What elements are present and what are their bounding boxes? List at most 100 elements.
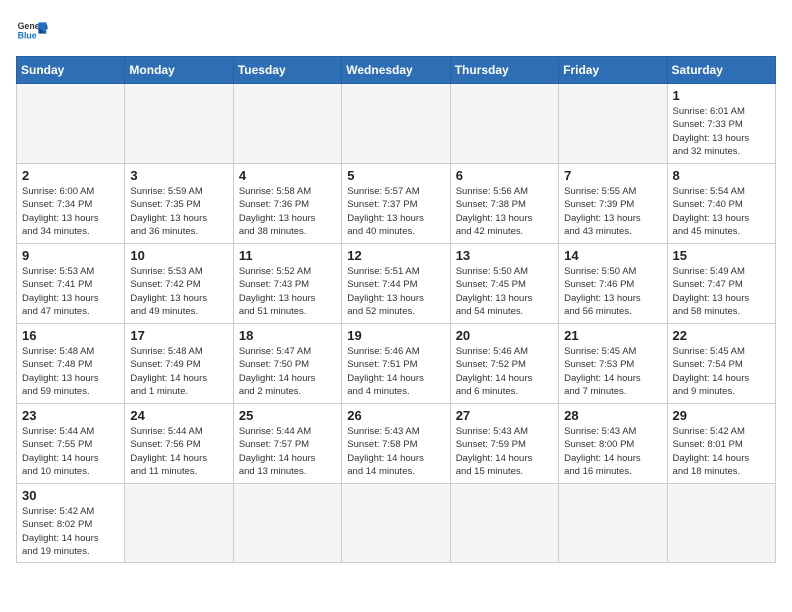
calendar-header-row: SundayMondayTuesdayWednesdayThursdayFrid… xyxy=(17,57,776,84)
day-info: Sunrise: 5:44 AM Sunset: 7:57 PM Dayligh… xyxy=(239,425,336,478)
day-info: Sunrise: 5:56 AM Sunset: 7:38 PM Dayligh… xyxy=(456,185,553,238)
day-number: 28 xyxy=(564,408,661,423)
calendar-cell xyxy=(125,484,233,563)
day-number: 8 xyxy=(673,168,770,183)
day-info: Sunrise: 5:52 AM Sunset: 7:43 PM Dayligh… xyxy=(239,265,336,318)
svg-text:Blue: Blue xyxy=(18,30,37,40)
calendar-header-sunday: Sunday xyxy=(17,57,125,84)
calendar-cell: 30Sunrise: 5:42 AM Sunset: 8:02 PM Dayli… xyxy=(17,484,125,563)
day-number: 16 xyxy=(22,328,119,343)
day-number: 6 xyxy=(456,168,553,183)
day-number: 24 xyxy=(130,408,227,423)
day-info: Sunrise: 5:53 AM Sunset: 7:42 PM Dayligh… xyxy=(130,265,227,318)
day-info: Sunrise: 5:59 AM Sunset: 7:35 PM Dayligh… xyxy=(130,185,227,238)
calendar-cell xyxy=(559,84,667,164)
day-number: 23 xyxy=(22,408,119,423)
calendar-header-saturday: Saturday xyxy=(667,57,775,84)
day-number: 3 xyxy=(130,168,227,183)
calendar-cell: 5 Sunrise: 5:57 AM Sunset: 7:37 PM Daylig… xyxy=(342,164,450,244)
calendar-header-wednesday: Wednesday xyxy=(342,57,450,84)
day-info: Sunrise: 5:48 AM Sunset: 7:49 PM Dayligh… xyxy=(130,345,227,398)
calendar-cell: 9 Sunrise: 5:53 AM Sunset: 7:41 PM Daylig… xyxy=(17,244,125,324)
day-number: 29 xyxy=(673,408,770,423)
calendar-header-tuesday: Tuesday xyxy=(233,57,341,84)
day-info: Sunrise: 5:42 AM Sunset: 8:02 PM Dayligh… xyxy=(22,505,119,558)
calendar-cell: 14 Sunrise: 5:50 AM Sunset: 7:46 PM Dayli… xyxy=(559,244,667,324)
calendar-cell xyxy=(450,484,558,563)
calendar-cell: 17 Sunrise: 5:48 AM Sunset: 7:49 PM Dayli… xyxy=(125,324,233,404)
day-number: 27 xyxy=(456,408,553,423)
calendar-cell: 1Sunrise: 6:01 AM Sunset: 7:33 PM Daylig… xyxy=(667,84,775,164)
calendar-cell: 28 Sunrise: 5:43 AM Sunset: 8:00 PM Dayli… xyxy=(559,404,667,484)
day-number: 18 xyxy=(239,328,336,343)
day-number: 14 xyxy=(564,248,661,263)
day-info: Sunrise: 5:46 AM Sunset: 7:51 PM Dayligh… xyxy=(347,345,444,398)
day-info: Sunrise: 5:50 AM Sunset: 7:46 PM Dayligh… xyxy=(564,265,661,318)
day-info: Sunrise: 5:54 AM Sunset: 7:40 PM Dayligh… xyxy=(673,185,770,238)
day-number: 7 xyxy=(564,168,661,183)
day-info: Sunrise: 5:48 AM Sunset: 7:48 PM Dayligh… xyxy=(22,345,119,398)
calendar-header-thursday: Thursday xyxy=(450,57,558,84)
day-info: Sunrise: 5:44 AM Sunset: 7:56 PM Dayligh… xyxy=(130,425,227,478)
calendar-cell: 25 Sunrise: 5:44 AM Sunset: 7:57 PM Dayli… xyxy=(233,404,341,484)
day-number: 10 xyxy=(130,248,227,263)
calendar-cell: 15 Sunrise: 5:49 AM Sunset: 7:47 PM Dayli… xyxy=(667,244,775,324)
calendar-cell xyxy=(559,484,667,563)
day-info: Sunrise: 5:43 AM Sunset: 8:00 PM Dayligh… xyxy=(564,425,661,478)
calendar-cell: 4 Sunrise: 5:58 AM Sunset: 7:36 PM Daylig… xyxy=(233,164,341,244)
calendar-cell: 10 Sunrise: 5:53 AM Sunset: 7:42 PM Dayli… xyxy=(125,244,233,324)
calendar-cell: 8 Sunrise: 5:54 AM Sunset: 7:40 PM Daylig… xyxy=(667,164,775,244)
calendar-cell: 6 Sunrise: 5:56 AM Sunset: 7:38 PM Daylig… xyxy=(450,164,558,244)
calendar-cell xyxy=(17,84,125,164)
day-info: Sunrise: 5:53 AM Sunset: 7:41 PM Dayligh… xyxy=(22,265,119,318)
day-info: Sunrise: 5:42 AM Sunset: 8:01 PM Dayligh… xyxy=(673,425,770,478)
calendar-cell: 19 Sunrise: 5:46 AM Sunset: 7:51 PM Dayli… xyxy=(342,324,450,404)
calendar-cell: 24 Sunrise: 5:44 AM Sunset: 7:56 PM Dayli… xyxy=(125,404,233,484)
day-number: 5 xyxy=(347,168,444,183)
day-number: 17 xyxy=(130,328,227,343)
calendar-cell xyxy=(233,484,341,563)
day-number: 26 xyxy=(347,408,444,423)
day-info: Sunrise: 5:49 AM Sunset: 7:47 PM Dayligh… xyxy=(673,265,770,318)
day-number: 2 xyxy=(22,168,119,183)
calendar: SundayMondayTuesdayWednesdayThursdayFrid… xyxy=(16,56,776,563)
day-info: Sunrise: 5:58 AM Sunset: 7:36 PM Dayligh… xyxy=(239,185,336,238)
day-info: Sunrise: 5:57 AM Sunset: 7:37 PM Dayligh… xyxy=(347,185,444,238)
calendar-cell xyxy=(342,84,450,164)
calendar-cell: 22 Sunrise: 5:45 AM Sunset: 7:54 PM Dayli… xyxy=(667,324,775,404)
calendar-cell: 11Sunrise: 5:52 AM Sunset: 7:43 PM Dayli… xyxy=(233,244,341,324)
calendar-cell: 2Sunrise: 6:00 AM Sunset: 7:34 PM Daylig… xyxy=(17,164,125,244)
calendar-cell: 7 Sunrise: 5:55 AM Sunset: 7:39 PM Daylig… xyxy=(559,164,667,244)
day-number: 15 xyxy=(673,248,770,263)
calendar-cell: 20 Sunrise: 5:46 AM Sunset: 7:52 PM Dayli… xyxy=(450,324,558,404)
calendar-cell: 16 Sunrise: 5:48 AM Sunset: 7:48 PM Dayli… xyxy=(17,324,125,404)
generalblue-logo-icon: General Blue xyxy=(16,16,48,48)
calendar-cell: 13Sunrise: 5:50 AM Sunset: 7:45 PM Dayli… xyxy=(450,244,558,324)
day-number: 12 xyxy=(347,248,444,263)
calendar-header-friday: Friday xyxy=(559,57,667,84)
day-info: Sunrise: 5:45 AM Sunset: 7:53 PM Dayligh… xyxy=(564,345,661,398)
calendar-cell: 27 Sunrise: 5:43 AM Sunset: 7:59 PM Dayli… xyxy=(450,404,558,484)
calendar-cell: 29 Sunrise: 5:42 AM Sunset: 8:01 PM Dayli… xyxy=(667,404,775,484)
day-number: 25 xyxy=(239,408,336,423)
day-info: Sunrise: 5:50 AM Sunset: 7:45 PM Dayligh… xyxy=(456,265,553,318)
day-info: Sunrise: 5:43 AM Sunset: 7:58 PM Dayligh… xyxy=(347,425,444,478)
day-number: 20 xyxy=(456,328,553,343)
day-info: Sunrise: 5:45 AM Sunset: 7:54 PM Dayligh… xyxy=(673,345,770,398)
calendar-cell xyxy=(125,84,233,164)
calendar-cell: 26 Sunrise: 5:43 AM Sunset: 7:58 PM Dayli… xyxy=(342,404,450,484)
calendar-header-monday: Monday xyxy=(125,57,233,84)
day-info: Sunrise: 5:46 AM Sunset: 7:52 PM Dayligh… xyxy=(456,345,553,398)
day-number: 9 xyxy=(22,248,119,263)
day-info: Sunrise: 5:43 AM Sunset: 7:59 PM Dayligh… xyxy=(456,425,553,478)
day-info: Sunrise: 5:51 AM Sunset: 7:44 PM Dayligh… xyxy=(347,265,444,318)
day-info: Sunrise: 5:44 AM Sunset: 7:55 PM Dayligh… xyxy=(22,425,119,478)
day-number: 19 xyxy=(347,328,444,343)
calendar-cell: 12 Sunrise: 5:51 AM Sunset: 7:44 PM Dayli… xyxy=(342,244,450,324)
calendar-cell: 23 Sunrise: 5:44 AM Sunset: 7:55 PM Dayli… xyxy=(17,404,125,484)
day-number: 1 xyxy=(673,88,770,103)
day-info: Sunrise: 5:55 AM Sunset: 7:39 PM Dayligh… xyxy=(564,185,661,238)
calendar-cell: 21Sunrise: 5:45 AM Sunset: 7:53 PM Dayli… xyxy=(559,324,667,404)
day-number: 22 xyxy=(673,328,770,343)
day-number: 4 xyxy=(239,168,336,183)
